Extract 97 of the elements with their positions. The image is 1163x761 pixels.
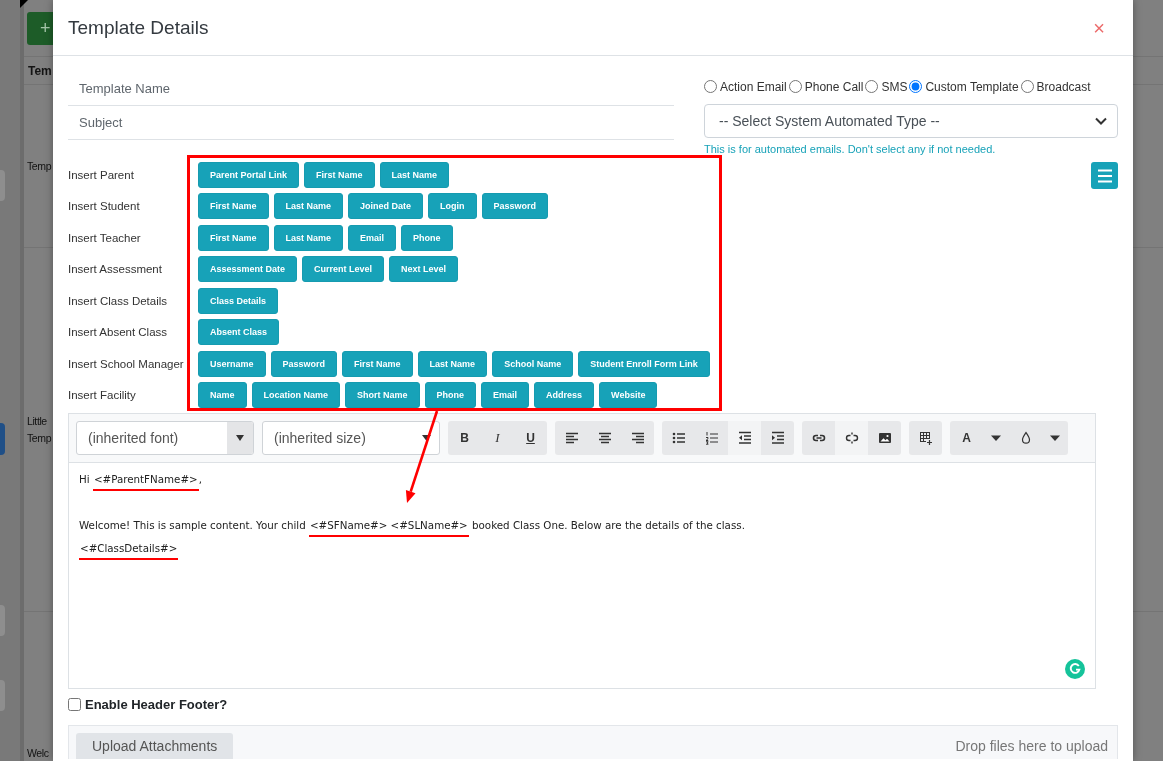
- corner-triangle-icon: [20, 0, 28, 8]
- table-cell-text: Welc: [26, 746, 49, 761]
- insert-label: Insert School Manager: [68, 357, 184, 370]
- radio-button[interactable]: [788, 80, 802, 93]
- insert-field-button[interactable]: Short Name: [345, 382, 420, 409]
- insert-field-button[interactable]: First Name: [342, 350, 413, 377]
- radio-button[interactable]: [704, 80, 717, 93]
- table-button[interactable]: [909, 421, 942, 455]
- caret-down-icon: [227, 422, 253, 454]
- bulleted-list-icon: [671, 431, 686, 445]
- align-right-icon: [630, 431, 645, 445]
- editor-field[interactable]: Hi <#ParentFName#>, Welcome! This is sample content. Your child <#SFName#> <#SLName#> booked Class One. Below are the details of the class. <#ClassDetails#>: [68, 463, 1096, 689]
- bulleted-list-button[interactable]: [662, 421, 695, 455]
- bold-button[interactable]: B: [448, 421, 481, 455]
- table-icon: [918, 431, 933, 445]
- insert-label: Insert Facility: [68, 389, 136, 402]
- editor-paragraph: Hi <#ParentFName#>,: [79, 468, 1085, 491]
- align-left-icon: [564, 431, 579, 445]
- radio-button[interactable]: [865, 80, 879, 93]
- indent-icon: [770, 431, 785, 445]
- editor-paragraph: Welcome! This is sample content. Your child <#SFName#> <#SLName#> booked Class One. Below are the details of the class.: [79, 514, 1085, 537]
- insert-label: Insert Teacher: [68, 231, 141, 244]
- insert-field-button[interactable]: First Name: [198, 224, 269, 251]
- font-select[interactable]: (inherited font): [76, 421, 254, 455]
- image-button[interactable]: [868, 421, 901, 455]
- size-select[interactable]: (inherited size): [262, 421, 440, 455]
- insert-field-button[interactable]: Phone: [424, 382, 477, 409]
- insert-field-button[interactable]: Password: [481, 193, 549, 220]
- insert-field-button[interactable]: Phone: [401, 224, 453, 251]
- insert-field-button[interactable]: Joined Date: [348, 193, 424, 220]
- insert-field-button[interactable]: Email: [481, 382, 530, 409]
- text-color-button[interactable]: A: [950, 421, 983, 455]
- dropdown-toggle[interactable]: [1042, 421, 1068, 455]
- insert-field-button[interactable]: Parent Portal Link: [198, 161, 300, 188]
- column-header: Tem: [27, 63, 52, 78]
- checkbox[interactable]: [68, 697, 81, 711]
- insert-field-button[interactable]: Assessment Date: [198, 256, 298, 283]
- table-cell-text: Little: [26, 413, 47, 429]
- insert-field-button[interactable]: Name: [198, 382, 247, 409]
- indent-button[interactable]: [761, 421, 794, 455]
- table-cell-text: Temp: [26, 158, 52, 174]
- checkbox-label[interactable]: Enable Header Footer?: [85, 696, 228, 712]
- insert-field-button[interactable]: Last Name: [417, 350, 488, 377]
- insert-field-button[interactable]: First Name: [304, 161, 375, 188]
- insert-field-button[interactable]: Location Name: [251, 382, 341, 409]
- radio-label[interactable]: Action Email: [720, 79, 787, 94]
- unlink-icon: [844, 431, 859, 445]
- upload-button[interactable]: Upload Attachments: [76, 733, 234, 759]
- image-icon: [877, 431, 892, 445]
- caret-down-icon: [422, 435, 431, 441]
- menu-button[interactable]: [1091, 162, 1118, 189]
- insert-label: Insert Student: [68, 200, 140, 213]
- insert-field-button[interactable]: School Name: [492, 350, 574, 377]
- chevron-down-icon: [1095, 117, 1107, 125]
- insert-field-button[interactable]: First Name: [198, 193, 269, 220]
- insert-field-button[interactable]: Next Level: [389, 256, 459, 283]
- link-button[interactable]: [802, 421, 835, 455]
- modal-title: Template Details: [68, 16, 209, 39]
- dropzone-hint: Drop files here to upload: [955, 737, 1108, 756]
- radio-button[interactable]: [1020, 80, 1034, 93]
- radio-label[interactable]: SMS: [881, 79, 908, 94]
- editor-paragraph: <#ClassDetails#>: [79, 537, 1085, 560]
- table-cell-text: Temp: [26, 430, 52, 446]
- align-center-icon: [597, 431, 612, 445]
- insert-field-button[interactable]: Website: [599, 382, 658, 409]
- outdent-icon: [737, 431, 752, 445]
- insert-field-button[interactable]: Class Details: [198, 287, 279, 314]
- insert-field-button[interactable]: Password: [270, 350, 338, 377]
- align-right-button[interactable]: [621, 421, 654, 455]
- circular-badge-icon: [1065, 659, 1085, 679]
- close-button[interactable]: ×: [1093, 17, 1105, 38]
- insert-field-button[interactable]: Last Name: [273, 224, 344, 251]
- insert-field-button[interactable]: Last Name: [273, 193, 344, 220]
- italic-button[interactable]: I: [481, 421, 514, 455]
- underline-button[interactable]: U: [514, 421, 547, 455]
- insert-field-button[interactable]: Last Name: [379, 161, 450, 188]
- radio-label[interactable]: Phone Call: [804, 79, 864, 94]
- radio-label[interactable]: Custom Template: [925, 79, 1019, 94]
- insert-label: Insert Assessment: [68, 263, 162, 276]
- insert-field-button[interactable]: Email: [348, 224, 397, 251]
- align-left-button[interactable]: [555, 421, 588, 455]
- add-button[interactable]: +: [27, 11, 53, 45]
- insert-field-button[interactable]: Student Enroll Form Link: [578, 350, 710, 377]
- radio-label[interactable]: Broadcast: [1036, 79, 1091, 94]
- insert-field-button[interactable]: Login: [428, 193, 477, 220]
- insert-label: Insert Parent: [68, 168, 134, 181]
- insert-label: Insert Class Details: [68, 294, 168, 307]
- insert-field-button[interactable]: Absent Class: [198, 319, 280, 346]
- radio-button[interactable]: [909, 80, 923, 93]
- numbered-list-icon: [704, 431, 719, 445]
- insert-field-button[interactable]: Username: [198, 350, 266, 377]
- menu-icon: [1097, 168, 1112, 183]
- insert-label: Insert Absent Class: [68, 326, 168, 339]
- help-text: This is for automated emails. Don't select any if not needed.: [704, 142, 997, 156]
- insert-field-button[interactable]: Current Level: [302, 256, 385, 283]
- system-type-select[interactable]: -- Select System Automated Type --: [704, 104, 1118, 138]
- insert-field-button[interactable]: Address: [534, 382, 595, 409]
